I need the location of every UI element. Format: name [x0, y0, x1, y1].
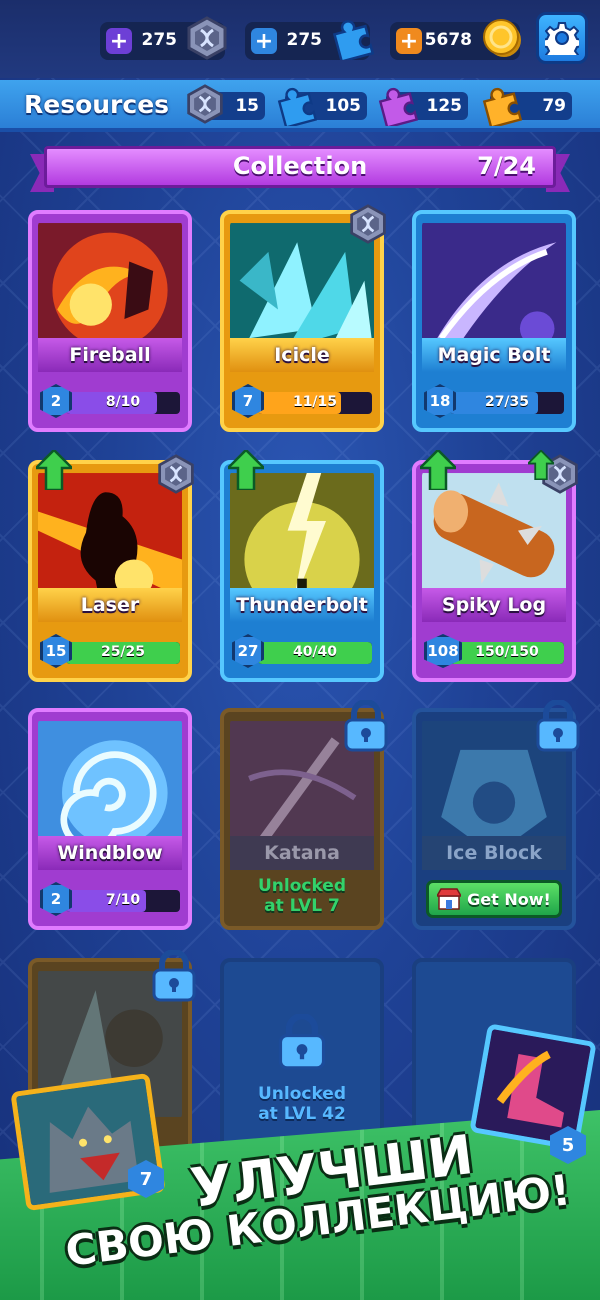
card-progress-bar: 7/10: [66, 890, 180, 912]
lock-icon: [278, 1014, 326, 1070]
progress-text: 11/15: [292, 394, 338, 410]
card-laser[interactable]: Laser 25/25 15: [28, 450, 194, 682]
unlock-requirement: Unlocked at LVL 42: [230, 1084, 374, 1124]
resource-blue-puzzle: 105: [277, 87, 367, 129]
get-now-button[interactable]: Get Now!: [426, 880, 562, 918]
unlock-requirement: Unlocked at LVL 7: [230, 876, 374, 916]
card-windblow[interactable]: Windblow 7/10 2: [28, 708, 192, 930]
card-name: Laser: [38, 588, 182, 622]
progress-text: 40/40: [292, 644, 338, 660]
resources-bar: Resources 15 105 125 79: [0, 80, 600, 132]
progress-text: 27/35: [484, 394, 530, 410]
upgrade-arrow-icon: [528, 450, 554, 480]
unlock-line-1: Unlocked: [257, 876, 347, 896]
card-icicle[interactable]: Icicle 11/15 7: [220, 204, 386, 432]
resource-amount: 79: [542, 96, 566, 116]
card-locked-lvl42[interactable]: Unlocked at LVL 42: [220, 958, 384, 1158]
resource-dna: 15: [187, 84, 265, 124]
card-progress-bar: 150/150: [450, 642, 564, 664]
card-progress-bar: 25/25: [66, 642, 180, 664]
resource-purple-puzzle: 125: [378, 87, 468, 129]
progress-text: 7/10: [105, 892, 141, 908]
dna-gem-icon: [185, 84, 225, 128]
unlock-line-2: at LVL 7: [264, 896, 340, 916]
upgrade-arrow-icon: [420, 450, 456, 490]
purple-puzzle-icon: [376, 84, 419, 130]
currency-blue-puzzle[interactable]: + 275: [245, 20, 375, 63]
card-fireball[interactable]: Fireball 8/10 2: [28, 210, 192, 432]
card-name: Windblow: [38, 836, 182, 870]
collection-count: 7/24: [477, 152, 536, 180]
progress-text: 25/25: [100, 644, 146, 660]
settings-button[interactable]: [536, 12, 588, 64]
upgrade-arrow-icon: [228, 450, 264, 490]
currency-amount: 275: [286, 30, 323, 50]
currency-coins[interactable]: + 5678: [390, 19, 521, 60]
plus-icon[interactable]: +: [251, 28, 277, 54]
collection-banner: Collection 7/24: [30, 146, 570, 192]
unlock-line-1: Unlocked: [257, 1084, 347, 1104]
blue-puzzle-icon: [275, 84, 318, 130]
get-now-label: Get Now!: [467, 889, 551, 909]
card-magic-bolt[interactable]: Magic Bolt 27/35 18: [412, 210, 576, 432]
card-name: Icicle: [230, 338, 374, 372]
gold-coin-icon: [480, 16, 524, 64]
card-progress-bar: 8/10: [66, 392, 180, 414]
resource-amount: 105: [325, 96, 362, 116]
dna-gem-icon: [185, 16, 229, 64]
gear-icon: [545, 22, 579, 55]
lock-icon: [534, 699, 582, 756]
currency-amount: 275: [141, 30, 178, 50]
card-name: Spiky Log: [422, 588, 566, 622]
card-katana-locked[interactable]: Katana Unlocked at LVL 7: [220, 699, 388, 930]
resources-title: Resources: [24, 90, 170, 119]
blue-puzzle-icon: [330, 16, 375, 64]
top-bar: + 275 + 275 + 5678: [0, 0, 600, 78]
card-ice-block-locked[interactable]: Ice Block Get Now!: [412, 699, 580, 930]
card-name: Katana: [230, 836, 374, 870]
resource-amount: 15: [235, 96, 259, 116]
resource-amount: 125: [426, 96, 463, 116]
orange-puzzle-icon: [480, 84, 523, 130]
progress-text: 150/150: [475, 644, 539, 660]
card-thunderbolt[interactable]: Thunderbolt 40/40 27: [220, 450, 384, 682]
resource-orange-puzzle: 79: [482, 87, 572, 129]
card-name: Fireball: [38, 338, 182, 372]
shop-icon: [437, 888, 462, 910]
dna-gem-icon: [156, 454, 196, 498]
card-spiky-log[interactable]: Spiky Log 150/150 108: [412, 450, 578, 682]
lock-icon: [150, 949, 198, 1006]
plus-icon[interactable]: +: [396, 28, 422, 54]
card-name: Ice Block: [422, 836, 566, 870]
card-progress-bar: 40/40: [258, 642, 372, 664]
card-progress-bar: 27/35: [450, 392, 564, 414]
upgrade-arrow-icon: [36, 450, 72, 490]
card-name: Magic Bolt: [422, 338, 566, 372]
dna-gem-icon: [348, 204, 388, 248]
card-progress-bar: 11/15: [258, 392, 372, 414]
unlock-line-2: at LVL 42: [258, 1104, 346, 1124]
progress-text: 8/10: [105, 394, 141, 410]
currency-dna[interactable]: + 275: [100, 16, 227, 60]
boot-art: [475, 1029, 591, 1145]
lock-icon: [342, 699, 390, 756]
card-name: Thunderbolt: [230, 588, 374, 622]
plus-icon[interactable]: +: [106, 28, 132, 54]
currency-amount: 5678: [424, 30, 472, 50]
